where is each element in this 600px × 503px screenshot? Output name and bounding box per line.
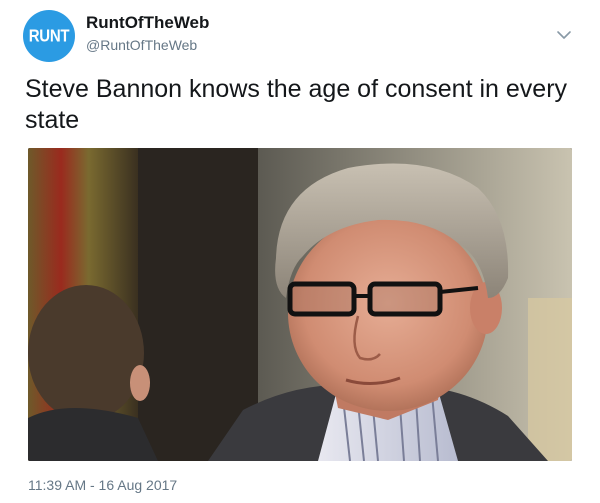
- chevron-down-icon[interactable]: [555, 28, 573, 42]
- avatar[interactable]: RUNT: [23, 10, 75, 62]
- tweet-photo[interactable]: [28, 148, 572, 461]
- avatar-logo-text: RUNT: [28, 26, 70, 46]
- user-handle[interactable]: @RuntOfTheWeb: [86, 36, 197, 54]
- tweet-text: Steve Bannon knows the age of consent in…: [25, 75, 568, 134]
- tweet-card: RUNT RuntOfTheWeb @RuntOfTheWeb Steve Ba…: [0, 0, 600, 503]
- photo-image: [28, 148, 572, 461]
- tweet-timestamp[interactable]: 11:39 AM - 16 Aug 2017: [28, 476, 177, 494]
- display-name[interactable]: RuntOfTheWeb: [86, 12, 209, 34]
